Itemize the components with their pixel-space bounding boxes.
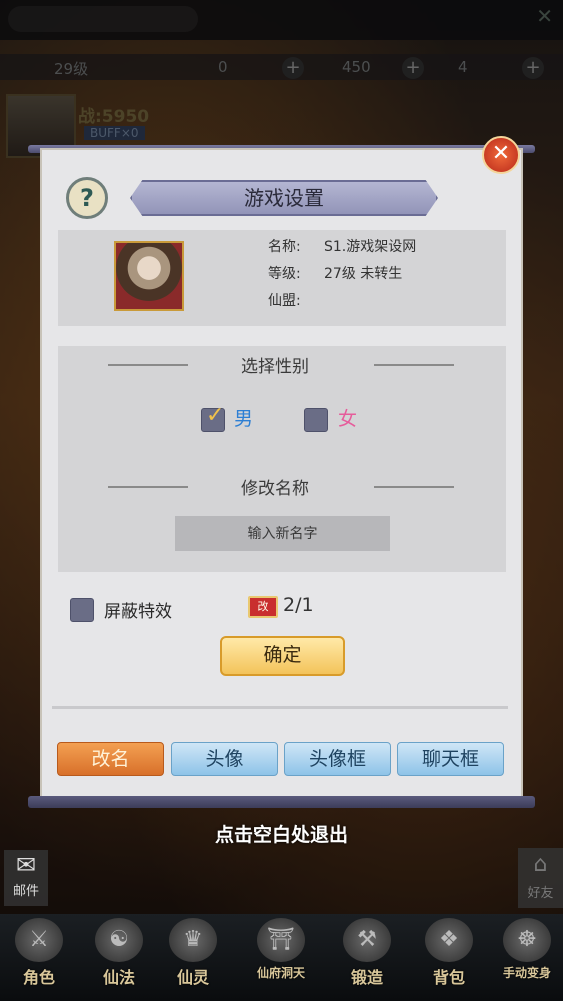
mail-button[interactable]: ✉ 邮件 — [4, 850, 48, 906]
nav-skill[interactable]: ☯ 仙法 — [86, 918, 152, 994]
ornament-right-divider — [374, 364, 454, 366]
new-name-input[interactable] — [175, 516, 390, 551]
avatar — [114, 241, 184, 311]
rename-card-count: 2/1 — [283, 594, 314, 616]
exit-hint: 点击空白处退出 — [214, 824, 348, 846]
dialog-bottom-rod — [28, 796, 535, 808]
nav-character[interactable]: ⚔ 角色 — [6, 918, 72, 994]
skill-icon: ☯ — [95, 918, 143, 962]
tab-avatar[interactable]: 头像 — [171, 742, 278, 776]
close-icon[interactable]: ✕ — [482, 136, 520, 174]
profile-level-row: 等级: 27级 未转生 — [268, 266, 403, 282]
male-checkbox[interactable]: ✓ — [201, 403, 225, 432]
dialog-divider — [52, 706, 508, 709]
profile-level: 27级 未转生 — [324, 266, 403, 282]
profile-name: S1.游戏架设网 — [324, 239, 417, 255]
forge-icon: ⚒ — [343, 918, 391, 962]
spirit-icon: ♛ — [169, 918, 217, 962]
mansion-icon: ⛩ — [257, 918, 305, 962]
temple-icon: ⌂ — [533, 852, 548, 877]
nav-spirit[interactable]: ♛ 仙灵 — [160, 918, 226, 994]
profile-name-row: 名称: S1.游戏架设网 — [268, 239, 417, 255]
friends-button[interactable]: ⌂ 好友 — [518, 848, 563, 908]
ornament-left-divider — [108, 364, 188, 366]
character-icon: ⚔ — [15, 918, 63, 962]
rename-section-title: 修改名称 — [241, 479, 309, 499]
female-checkbox[interactable] — [304, 408, 328, 432]
dialog-title: 游戏设置 — [130, 180, 438, 216]
envelope-icon: ✉ — [15, 851, 37, 879]
mail-label: 邮件 — [12, 884, 39, 899]
gender-section-title: 选择性别 — [241, 357, 309, 377]
rename-card-icon: 改 — [248, 596, 278, 618]
shield-effects-label[interactable]: 屏蔽特效 — [104, 597, 172, 622]
profile-guild-row: 仙盟: — [268, 293, 301, 309]
female-label[interactable]: 女 — [338, 404, 357, 431]
male-label[interactable]: 男 — [234, 404, 253, 431]
ornament-right-divider-2 — [374, 486, 454, 488]
nav-forge[interactable]: ⚒ 锻造 — [334, 918, 400, 994]
ornament-left-divider-2 — [108, 486, 188, 488]
friends-label: 好友 — [527, 886, 554, 901]
checkmark-icon: ✓ — [206, 403, 225, 428]
confirm-button[interactable]: 确定 — [220, 636, 345, 676]
tab-avatar-frame[interactable]: 头像框 — [284, 742, 391, 776]
shield-effects-checkbox[interactable] — [70, 598, 94, 622]
nav-mansion[interactable]: ⛩ 仙府洞天 — [248, 918, 314, 994]
help-icon[interactable]: ? — [66, 177, 108, 219]
tab-rename[interactable]: 改名 — [57, 742, 164, 776]
tab-chat-frame[interactable]: 聊天框 — [397, 742, 504, 776]
bag-icon: ❖ — [425, 918, 473, 962]
nav-transform[interactable]: ☸ 手动变身 — [494, 918, 560, 994]
transform-icon: ☸ — [503, 918, 551, 962]
nav-bag[interactable]: ❖ 背包 — [416, 918, 482, 994]
